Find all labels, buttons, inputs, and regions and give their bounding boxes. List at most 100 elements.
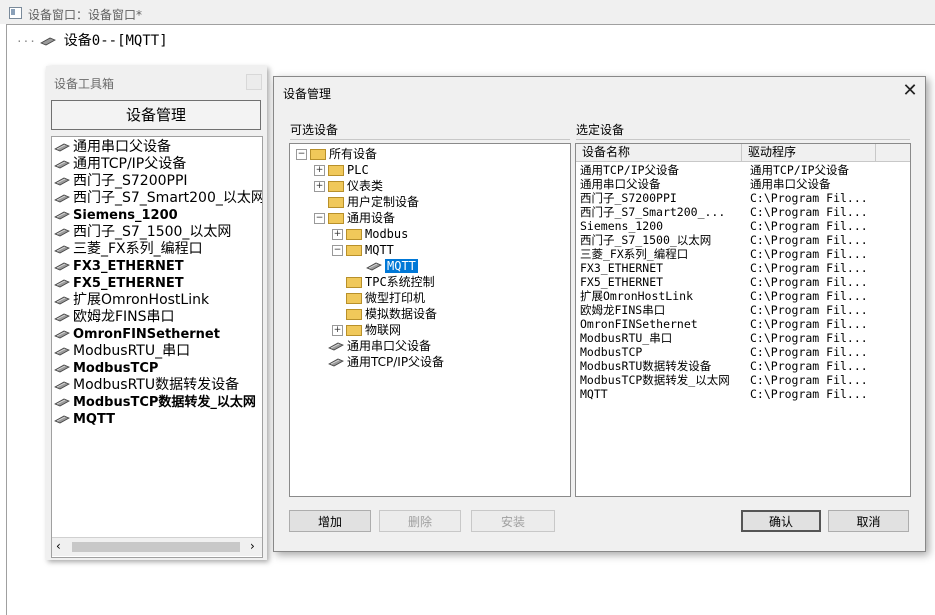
list-row[interactable]: OmronFINSethernet C:\Program Fil... bbox=[580, 317, 906, 331]
list-row[interactable]: 三菱_FX系列_编程口 C:\Program Fil... bbox=[580, 247, 906, 261]
dialog-title: 设备管理 bbox=[283, 87, 332, 101]
delete-button[interactable]: 删除 bbox=[379, 510, 461, 532]
tree-node-label: 所有设备 bbox=[329, 147, 378, 161]
list-row[interactable]: MQTT C:\Program Fil... bbox=[580, 387, 906, 401]
row-driver: C:\Program Fil... bbox=[750, 373, 868, 387]
collapse-icon[interactable]: − bbox=[332, 245, 343, 256]
toolbox-item[interactable]: Siemens_1200 bbox=[54, 207, 178, 224]
cancel-button[interactable]: 取消 bbox=[828, 510, 909, 532]
toolbox-item[interactable]: ModbusRTU_串口 bbox=[54, 343, 190, 360]
toolbox-item[interactable]: ModbusRTU数据转发设备 bbox=[54, 377, 239, 394]
row-device-name: 西门子_S7_1500_以太网 bbox=[580, 233, 712, 247]
list-header: 设备名称 驱动程序 bbox=[576, 144, 910, 162]
list-row[interactable]: ModbusRTU_串口 C:\Program Fil... bbox=[580, 331, 906, 345]
tree-node-iot[interactable]: 物联网 bbox=[346, 322, 401, 338]
toolbox-item[interactable]: 通用TCP/IP父设备 bbox=[54, 156, 186, 173]
row-driver: C:\Program Fil... bbox=[750, 275, 868, 289]
close-icon[interactable]: ✕ bbox=[901, 82, 919, 100]
scroll-left-icon[interactable]: ‹ bbox=[56, 539, 61, 553]
tree-node-general[interactable]: 通用设备 bbox=[328, 210, 395, 226]
list-row[interactable]: Siemens_1200 C:\Program Fil... bbox=[580, 219, 906, 233]
tree-node-mqtt-folder[interactable]: MQTT bbox=[346, 242, 394, 258]
toolbox-item[interactable]: 西门子_S7_1500_以太网 bbox=[54, 224, 231, 241]
selected-device-list[interactable]: 设备名称 驱动程序 通用TCP/IP父设备 通用TCP/IP父设备 通用串口父设备通… bbox=[575, 143, 911, 497]
root-device-node[interactable]: ··· 设备0--[MQTT] bbox=[16, 30, 168, 50]
device-icon bbox=[328, 342, 344, 351]
toolbox-device-list[interactable]: 通用串口父设备 通用TCP/IP父设备 西门子_S7200PPI 西门子_S7_Sma… bbox=[51, 136, 263, 558]
scrollbar-thumb[interactable] bbox=[72, 542, 240, 552]
tree-node-modbus[interactable]: Modbus bbox=[346, 226, 408, 242]
collapse-icon[interactable]: − bbox=[314, 213, 325, 224]
column-header-name[interactable]: 设备名称 bbox=[576, 144, 742, 161]
toolbox-item[interactable]: 三菱_FX系列_编程口 bbox=[54, 241, 203, 258]
toolbox-item[interactable]: 西门子_S7_Smart200_以太网 bbox=[54, 190, 262, 207]
device-icon bbox=[54, 347, 70, 355]
toolbox-item[interactable]: 欧姆龙FINS串口 bbox=[54, 309, 175, 326]
device-icon bbox=[54, 160, 70, 168]
row-device-name: FX3_ETHERNET bbox=[580, 261, 664, 275]
tree-node-instrument[interactable]: 仪表类 bbox=[328, 178, 383, 194]
row-device-name: 欧姆龙FINS串口 bbox=[580, 303, 666, 317]
tree-node-sim[interactable]: 模拟数据设备 bbox=[346, 306, 437, 322]
tree-node-printer[interactable]: 微型打印机 bbox=[346, 290, 425, 306]
expand-icon[interactable]: + bbox=[314, 165, 325, 176]
list-row[interactable]: ModbusTCP C:\Program Fil... bbox=[580, 345, 906, 359]
expand-icon[interactable]: + bbox=[332, 229, 343, 240]
toolbox-item[interactable]: 通用串口父设备 bbox=[54, 139, 171, 156]
list-row[interactable]: 通用串口父设备 通用串口父设备 bbox=[580, 177, 906, 191]
expand-icon[interactable]: + bbox=[314, 181, 325, 192]
tree-node-label: TPC系统控制 bbox=[365, 275, 435, 289]
collapse-icon[interactable]: − bbox=[296, 149, 307, 160]
column-header-driver[interactable]: 驱动程序 bbox=[742, 144, 876, 161]
row-driver: C:\Program Fil... bbox=[750, 289, 868, 303]
toolbox-item[interactable]: ModbusTCP数据转发_以太网 bbox=[54, 394, 256, 411]
tree-node-mqtt-item[interactable]: MQTT bbox=[366, 258, 418, 274]
list-row[interactable]: ModbusTCP数据转发_以太网 C:\Program Fil... bbox=[580, 373, 906, 387]
ok-button[interactable]: 确认 bbox=[741, 510, 821, 532]
device-manage-button[interactable]: 设备管理 bbox=[51, 100, 261, 130]
toolbox-item[interactable]: OmronFINSethernet bbox=[54, 326, 220, 343]
list-row[interactable]: 扩展OmronHostLink C:\Program Fil... bbox=[580, 289, 906, 303]
row-driver: C:\Program Fil... bbox=[750, 303, 868, 317]
toolbox-item-label: 三菱_FX系列_编程口 bbox=[73, 241, 203, 257]
list-row[interactable]: 西门子_S7_1500_以太网 C:\Program Fil... bbox=[580, 233, 906, 247]
available-device-tree[interactable]: − 所有设备 + PLC + 仪表类 用户定制设备 − 通用设备 + Modbus − MQTT MQTT… bbox=[289, 143, 571, 497]
folder-icon bbox=[346, 277, 362, 288]
row-device-name: 三菱_FX系列_编程口 bbox=[580, 247, 689, 261]
toolbox-item[interactable]: MQTT bbox=[54, 411, 115, 428]
scroll-right-icon[interactable]: › bbox=[250, 539, 255, 553]
folder-icon bbox=[346, 293, 362, 304]
tree-node-label: 通用串口父设备 bbox=[347, 339, 432, 353]
toolbox-item-label: 欧姆龙FINS串口 bbox=[73, 309, 175, 325]
list-row[interactable]: 西门子_S7200PPI C:\Program Fil... bbox=[580, 191, 906, 205]
add-button[interactable]: 增加 bbox=[289, 510, 371, 532]
toolbox-item[interactable]: FX5_ETHERNET bbox=[54, 275, 184, 292]
toolbox-item[interactable]: 扩展OmronHostLink bbox=[54, 292, 209, 309]
device-icon bbox=[54, 245, 70, 253]
install-button[interactable]: 安装 bbox=[471, 510, 555, 532]
tree-node-tcp-parent[interactable]: 通用TCP/IP父设备 bbox=[328, 354, 444, 370]
list-row[interactable]: ModbusRTU数据转发设备 C:\Program Fil... bbox=[580, 359, 906, 373]
row-device-name: ModbusRTU_串口 bbox=[580, 331, 673, 345]
toolbox-close-button[interactable] bbox=[246, 74, 262, 90]
list-row[interactable]: FX3_ETHERNET C:\Program Fil... bbox=[580, 261, 906, 275]
list-row[interactable]: 西门子_S7_Smart200_... C:\Program Fil... bbox=[580, 205, 906, 219]
row-driver: 通用TCP/IP父设备 bbox=[750, 163, 850, 177]
expand-icon[interactable]: + bbox=[332, 325, 343, 336]
tree-node-serial-parent[interactable]: 通用串口父设备 bbox=[328, 338, 431, 354]
list-row[interactable]: 通用TCP/IP父设备 通用TCP/IP父设备 bbox=[580, 163, 906, 177]
tree-node-user-defined[interactable]: 用户定制设备 bbox=[328, 194, 419, 210]
folder-icon bbox=[328, 213, 344, 224]
horizontal-scrollbar[interactable]: ‹ › bbox=[52, 537, 262, 556]
list-row[interactable]: FX5_ETHERNET C:\Program Fil... bbox=[580, 275, 906, 289]
toolbox-item-label: ModbusRTU数据转发设备 bbox=[73, 377, 240, 393]
toolbox-item-label: 通用串口父设备 bbox=[73, 139, 171, 155]
tree-node-plc[interactable]: PLC bbox=[328, 162, 369, 178]
list-row[interactable]: 欧姆龙FINS串口 C:\Program Fil... bbox=[580, 303, 906, 317]
device-icon bbox=[40, 37, 57, 45]
tree-node-tpc[interactable]: TPC系统控制 bbox=[346, 274, 435, 290]
tree-node-root[interactable]: 所有设备 bbox=[310, 146, 377, 162]
toolbox-item[interactable]: ModbusTCP bbox=[54, 360, 158, 377]
toolbox-item[interactable]: 西门子_S7200PPI bbox=[54, 173, 188, 190]
toolbox-item[interactable]: FX3_ETHERNET bbox=[54, 258, 184, 275]
